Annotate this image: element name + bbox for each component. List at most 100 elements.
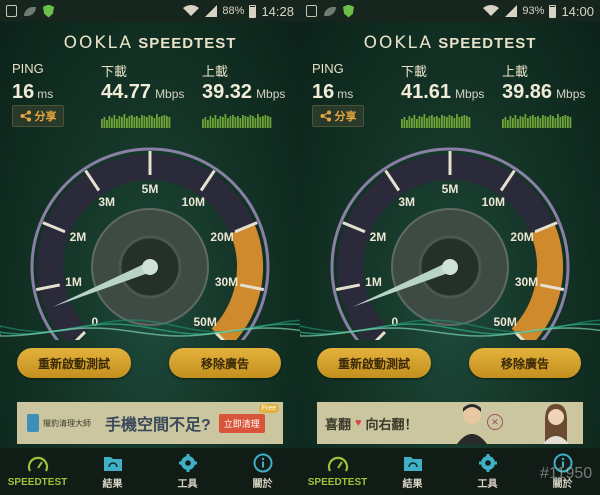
speedtest-screen-left: 88% 14:28 OOKLA SPEEDTEST PING 16 ms 下載 4… [0, 0, 300, 495]
logo-product: SPEEDTEST [438, 35, 537, 52]
sparkline-bar [209, 116, 212, 128]
ookla-logo: OOKLA SPEEDTEST [300, 33, 600, 53]
upload-sparkline [502, 114, 572, 128]
sparkline-bar [463, 115, 466, 128]
download-unit: Mbps [455, 87, 485, 101]
ad-headline: 手機空間不足? [105, 417, 211, 434]
sparkline-bar [411, 118, 413, 128]
sparkline-bar [207, 120, 209, 128]
phone-icon [306, 5, 317, 17]
status-bar: 88% 14:28 [0, 0, 300, 22]
sparkline-bar [514, 115, 517, 128]
nav-results[interactable]: 結果 [75, 448, 150, 495]
ping-unit: ms [37, 87, 54, 101]
nav-speedtest[interactable]: SPEEDTEST [0, 448, 75, 495]
ad-text: 喜翻 ♥ 向右翻！ [325, 414, 418, 433]
ping-number: 16 [312, 81, 335, 103]
sparkline-bar [111, 118, 113, 128]
restart-test-button[interactable]: 重新啟動測試 [17, 348, 131, 378]
ad-cta[interactable]: 立即清理 [218, 413, 265, 433]
speedometer-icon [327, 456, 348, 472]
ping-value: 16 ms [312, 81, 353, 104]
sparkline-bar [158, 117, 161, 128]
wifi-icon [183, 5, 200, 16]
gauge-tick-label: 2M [370, 230, 387, 244]
gauge-needle-pivot [442, 259, 458, 275]
nav-tools[interactable]: 工具 [450, 448, 525, 495]
nav-label: 關於 [252, 479, 273, 490]
folder-icon [103, 457, 122, 471]
upload-label: 上載 [502, 64, 529, 79]
sparkline-bar [121, 117, 123, 128]
gauge-tick-label: 30M [215, 275, 238, 289]
logo-brand: OOKLA [363, 33, 434, 53]
sparkline-bar [161, 116, 163, 128]
sparkline-bar [549, 115, 552, 128]
upload-unit: Mbps [256, 87, 286, 101]
restart-test-button[interactable]: 重新啟動測試 [317, 348, 431, 378]
sparkline-bar [166, 116, 168, 128]
sparkline-bar [428, 116, 431, 128]
upload-label: 上載 [202, 64, 229, 79]
sparkline-bar [153, 118, 156, 128]
sparkline-bar [433, 117, 436, 128]
info-icon [253, 453, 272, 473]
watermark: #11950 [540, 465, 593, 482]
share-button[interactable]: 分享 [312, 105, 364, 127]
sparkline-bar [458, 117, 461, 128]
sparkline-bar [141, 115, 143, 128]
gauge-tick-label: 1M [365, 275, 382, 289]
sparkline-bar [529, 116, 532, 128]
download-sparkline [101, 114, 171, 128]
sparkline-bar [562, 116, 564, 128]
sparkline-bar [254, 118, 257, 128]
ping-value: 16 ms [12, 81, 53, 104]
sparkline-bar [559, 117, 562, 128]
sparkline-bar [143, 116, 146, 128]
leaf-icon [24, 6, 36, 16]
sparkline-bar [542, 115, 544, 128]
nav-label: SPEEDTEST [307, 477, 368, 488]
share-label: 分享 [34, 111, 57, 123]
upload-value: 39.32 Mbps [202, 81, 285, 104]
sparkline-bar [252, 116, 254, 128]
sparkline-bar [146, 117, 148, 128]
sparkline-bar [156, 114, 158, 128]
sparkline-bar [232, 115, 234, 128]
gear-icon [478, 454, 497, 472]
sparkline-bar [466, 116, 468, 128]
status-bar: 93% 14:00 [300, 0, 600, 22]
sparkline-bar [443, 116, 446, 128]
download-value: 41.61 Mbps [401, 81, 484, 104]
share-button[interactable]: 分享 [12, 105, 64, 127]
nav-speedtest[interactable]: SPEEDTEST [300, 448, 375, 495]
nav-results[interactable]: 結果 [375, 448, 450, 495]
gauge-needle-pivot [142, 259, 158, 275]
sparkline-bar [554, 118, 557, 128]
sparkline-bar [401, 119, 403, 128]
sparkline-bar [456, 114, 458, 128]
gauge-tick-label: 30M [515, 275, 538, 289]
ad-banner[interactable]: 喜翻 ♥ 向右翻！ ✕ [317, 402, 583, 444]
sparkline-bar [244, 116, 247, 128]
sparkline-bar [113, 115, 116, 128]
sparkline-bar [234, 117, 237, 128]
nav-tools[interactable]: 工具 [150, 448, 225, 495]
gear-icon [178, 454, 197, 472]
gauge-tick-label: 10M [482, 195, 505, 209]
share-icon [320, 110, 331, 122]
sparkline-bar [123, 114, 126, 128]
sparkline-bar [257, 114, 259, 128]
remove-ads-button[interactable]: 移除廣告 [469, 348, 581, 378]
ping-label: PING [12, 61, 44, 76]
nav-label: 工具 [177, 479, 198, 490]
ping-number: 16 [12, 81, 35, 103]
sparkline-bar [468, 117, 471, 128]
ad-banner[interactable]: 獵豹清理大師 手機空間不足? 立即清理 Free [17, 402, 283, 444]
remove-ads-button[interactable]: 移除廣告 [169, 348, 281, 378]
heart-icon: ♥ [355, 417, 362, 429]
upload-value: 39.86 Mbps [502, 81, 585, 104]
nav-about[interactable]: 關於 [225, 448, 300, 495]
battery-icon [549, 4, 557, 18]
sparkline-bar [416, 119, 418, 128]
